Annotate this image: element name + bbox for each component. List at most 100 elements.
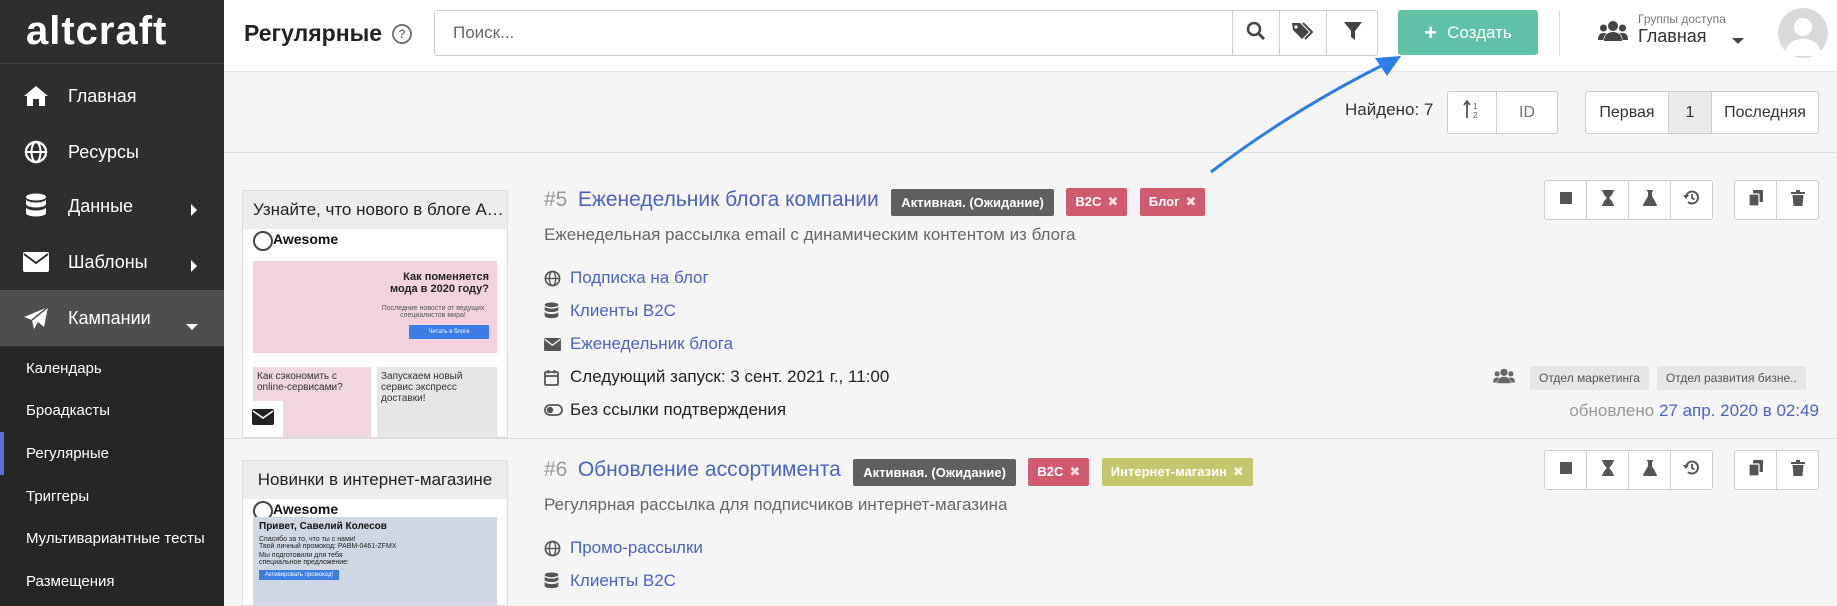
history-icon [1683,189,1700,211]
create-button[interactable]: + Создать [1398,10,1538,55]
tag-remove-icon[interactable]: ✖ [1107,194,1118,209]
campaigns-submenu: Календарь Броадкасты Регулярные Триггеры… [0,347,224,606]
copy-icon [1747,459,1763,481]
top-bar: Регулярные ? + Создать Группы доступа Гл… [224,0,1837,72]
users-group-icon [1492,368,1516,389]
campaign-database-row: Клиенты B2C [544,571,676,591]
page-title: Регулярные [244,20,383,46]
divider [224,152,1837,153]
database-link[interactable]: Клиенты B2C [570,571,676,591]
sidebar-subitem-placements[interactable]: Размещения [0,560,224,603]
pager-first-button[interactable]: Первая [1585,91,1669,134]
tag-badge[interactable]: Интернет-магазин ✖ [1101,458,1253,486]
campaign-actions-secondary [1734,450,1819,490]
sort-direction-button[interactable]: 12 [1447,91,1497,134]
sidebar-item-label: Данные [68,195,134,216]
pager-last-button[interactable]: Последняя [1711,91,1819,134]
altcraft-logo[interactable]: altcraft [0,0,224,64]
updated-date-link[interactable]: 27 апр. 2020 в 02:49 [1659,401,1819,420]
campaign-thumbnail[interactable]: Новинки в интернет-магазине Awesome Прив… [242,460,508,606]
sidebar-subitem-regular[interactable]: Регулярные [0,432,224,475]
copy-button[interactable] [1734,450,1777,490]
test-button[interactable] [1628,180,1671,220]
thumbnail-banner-sub: Последние новости от ведущих специалисто… [381,305,485,319]
database-icon [22,192,50,220]
sidebar-item-home[interactable]: Главная [0,68,224,124]
next-run-text: Следующий запуск: 3 сент. 2021 г., 11:00 [570,367,890,386]
hourglass-icon [1601,189,1614,211]
svg-text:2: 2 [1473,111,1478,120]
thumbnail-line: Твой личный промокод: PABM-0461-ZFMX [259,543,397,550]
sidebar-subitem-triggers[interactable]: Триггеры [0,475,224,518]
schedule-button[interactable] [1586,180,1629,220]
sidebar-subitem-broadcasts[interactable]: Броадкасты [0,389,224,432]
tag-badge[interactable]: Блог ✖ [1139,188,1206,216]
sidebar-item-resources[interactable]: Ресурсы [0,124,224,180]
sidebar-subitem-calendar[interactable]: Календарь [0,347,224,390]
stop-button[interactable] [1544,180,1587,220]
tag-remove-icon[interactable]: ✖ [1233,464,1244,479]
test-button[interactable] [1628,450,1671,490]
delete-button[interactable] [1776,180,1819,220]
thumbnail-banner-title: Как поменяется мода в 2020 году? [389,271,489,295]
history-button[interactable] [1670,180,1713,220]
copy-button[interactable] [1734,180,1777,220]
schedule-button[interactable] [1586,450,1629,490]
tag-remove-icon[interactable]: ✖ [1069,464,1080,479]
database-link[interactable]: Клиенты B2C [570,301,676,321]
access-group-selector[interactable]: Группы доступа Главная [1598,10,1768,56]
thumbnail-block-right: Запускаем новый сервис экспресс доставки… [377,367,497,437]
copy-icon [1747,189,1763,211]
tags-icon [1291,21,1315,46]
thumbnail-line: Мы подготовили для тебя специальное пред… [259,552,349,566]
stop-button[interactable] [1544,450,1587,490]
tag-label: B2C [1037,464,1064,479]
avatar[interactable] [1778,8,1828,58]
sidebar-item-campaigns[interactable]: Кампании [0,290,224,346]
sidebar-subitem-ab-tests[interactable]: Мультивариантные тесты [0,517,224,560]
status-badge: Активная. (Ожидание) [853,458,1016,486]
thumbnail-banner-button: Читать в блоге [409,325,489,339]
help-icon[interactable]: ? [392,24,412,44]
thumbnail-block-left-text: Как сэкономить с online-сервисами? [257,371,343,393]
thumbnail-hero: Привет, Савелий Колесов Спасибо за то, ч… [253,517,497,605]
confirmation-text: Без ссылки подтверждения [570,400,787,419]
tag-badge[interactable]: B2C ✖ [1066,188,1128,216]
globe-icon [22,138,50,166]
campaign-title-link[interactable]: Еженедельник блога компании [578,188,879,211]
divider [224,438,1837,439]
sort-field-button[interactable]: ID [1496,91,1558,134]
template-link[interactable]: Еженедельник блога [570,334,733,354]
search-input[interactable] [435,11,1232,55]
access-groups-row: Отдел маркетинга Отдел развития бизне.. [1492,366,1806,390]
campaign-thumbnail[interactable]: Узнайте, что нового в блоге Awesome Awes… [242,190,508,438]
group-badge: Отдел развития бизне.. [1656,366,1806,390]
pager-current-page[interactable]: 1 [1668,91,1712,134]
sidebar-item-data[interactable]: Данные [0,178,224,234]
caret-down-icon [186,315,198,336]
campaign-title-link[interactable]: Обновление ассортимента [578,458,841,481]
envelope-icon [544,337,566,351]
status-badge: Активная. (Ожидание) [891,188,1054,216]
history-button[interactable] [1670,450,1713,490]
sidebar-item-templates[interactable]: Шаблоны [0,234,224,290]
thumbnail-block-right-text: Запускаем новый сервис экспресс доставки… [381,371,463,404]
resource-link[interactable]: Промо-рассылки [570,538,703,558]
thumbnail-banner: Как поменяется мода в 2020 году? Последн… [253,261,497,353]
thumbnail-brand: Awesome [243,499,507,521]
flask-icon [1642,459,1657,481]
trash-icon [1790,189,1805,211]
stop-icon [1559,461,1572,479]
campaign-confirmation-row: Без ссылки подтверждения [544,400,786,420]
resource-link[interactable]: Подписка на блог [570,268,709,288]
users-group-icon [1598,20,1628,47]
envelope-icon [22,248,50,276]
annotation-arrow-icon [1210,56,1401,174]
toggle-off-icon [544,404,566,416]
divider [1559,10,1560,56]
database-icon [544,302,566,320]
tag-badge[interactable]: B2C ✖ [1028,458,1090,486]
tag-remove-icon[interactable]: ✖ [1186,194,1197,209]
campaign-actions-primary [1544,180,1713,220]
delete-button[interactable] [1776,450,1819,490]
